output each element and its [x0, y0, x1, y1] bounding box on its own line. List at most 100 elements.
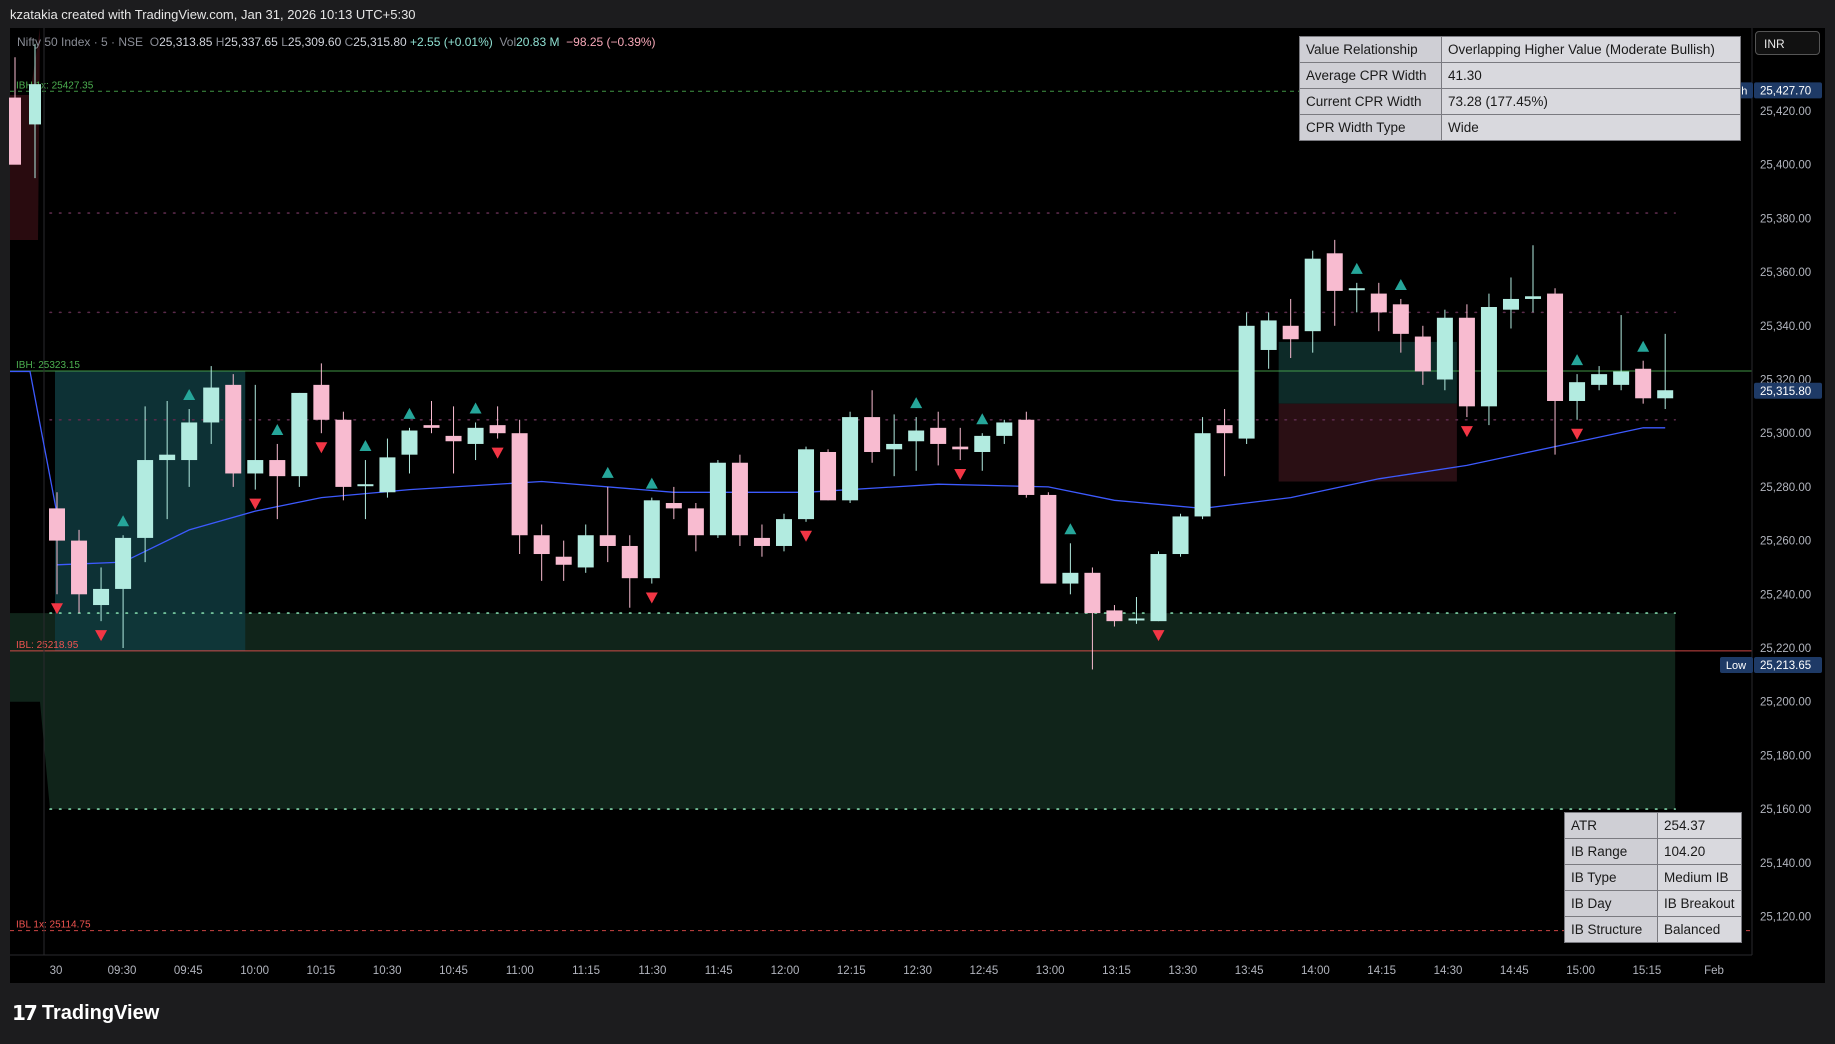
high-label: H [215, 35, 225, 49]
ib-table-value: 104.20 [1657, 838, 1742, 865]
ib-table-row: IB Type Medium IB [1564, 864, 1742, 891]
buy-signal-marker [601, 466, 614, 478]
level-label: IBL: 25218.95 [16, 640, 79, 651]
symbol-label[interactable]: Nifty 50 Index · 5 · NSE [17, 35, 143, 49]
ib-table: ATR 254.37 IB Range 104.20 IB Type Medium IB I… [1564, 812, 1742, 943]
time-tick-label: 10:30 [373, 965, 402, 977]
candle-body [1458, 317, 1475, 407]
candle-body [1304, 258, 1321, 332]
currency-selector[interactable]: INR [1755, 31, 1820, 55]
cpr-table-value: 73.28 (177.45%) [1441, 88, 1741, 115]
candle-body [1260, 320, 1277, 350]
volume-value: 20.83 M [516, 35, 560, 49]
tradingview-logo-icon: 17 [12, 1001, 38, 1025]
sell-signal-marker [249, 498, 262, 510]
candle-body [1150, 554, 1167, 622]
candle-body [1216, 425, 1233, 434]
badge-price: 25,213.65 [1760, 660, 1811, 672]
price-tick-label: 25,300.00 [1760, 428, 1811, 440]
candle-body [247, 460, 264, 474]
time-tick-label: 13:15 [1102, 965, 1131, 977]
price-tick-label: 25,400.00 [1760, 160, 1811, 172]
change-value: +2.55 (+0.01%) [410, 35, 493, 49]
candle-body [996, 422, 1013, 436]
price-tick-label: 25,240.00 [1760, 589, 1811, 601]
cpr-table-key: Average CPR Width [1299, 62, 1442, 89]
ohlc-legend: Nifty 50 Index · 5 · NSE O 25,313.85 H 25,… [17, 35, 656, 49]
brand[interactable]: 17 TradingView [12, 1001, 159, 1025]
candle-body [1282, 325, 1299, 340]
candlestick-chart[interactable]: IBH 1x: 25427.35 IBH: 25323.15 IBL: 25218.… [0, 0, 1835, 1044]
time-tick-label: 15:00 [1566, 965, 1595, 977]
cpr-table-row: Average CPR Width 41.30 [1299, 62, 1741, 89]
ib-table-key: IB Day [1564, 890, 1658, 917]
candle-body [335, 419, 352, 487]
ib-table-key: IB Type [1564, 864, 1658, 891]
candle-body [842, 417, 859, 501]
time-axis: 30 09:30 09:45 10:00 10:15 10:30 10:45 11:00 11:… [10, 954, 1752, 977]
candle-body [423, 425, 440, 428]
close-label: C [344, 35, 354, 49]
price-tick-label: 25,160.00 [1760, 804, 1811, 816]
buy-signal-marker [645, 477, 658, 489]
candle-body [974, 435, 991, 452]
candle-body [1525, 296, 1542, 299]
cpr-table-value: Wide [1441, 114, 1741, 141]
cpr-table-row: Value Relationship Overlapping Higher Val… [1299, 36, 1741, 63]
candle-body [1392, 304, 1409, 334]
candle-body [115, 537, 132, 589]
time-tick-label: 09:30 [108, 965, 137, 977]
ib-table-value: Balanced [1657, 916, 1742, 943]
candle-body [181, 422, 198, 461]
candle-body [1414, 336, 1431, 372]
ib-table-value: 254.37 [1657, 812, 1742, 839]
cpr-table-value: 41.30 [1441, 62, 1741, 89]
time-tick-label: 10:45 [439, 965, 468, 977]
low-value: 25,309.60 [287, 35, 342, 49]
cpr-table-value: Overlapping Higher Value (Moderate Bulli… [1441, 36, 1741, 63]
ib-table-key: IB Structure [1564, 916, 1658, 943]
buy-signal-marker [1394, 278, 1407, 290]
candle-body [1480, 307, 1497, 407]
time-tick-label: 12:15 [837, 965, 866, 977]
level-label: IBL 1x: 25114.75 [16, 920, 91, 931]
candle-body [1569, 382, 1586, 401]
candle-body [1106, 610, 1123, 622]
time-tick-label: 12:00 [771, 965, 800, 977]
time-tick-label: 11:00 [506, 965, 534, 977]
buy-signal-marker [910, 397, 923, 409]
level-label: IBH: 25323.15 [16, 360, 80, 371]
candle-body [555, 556, 572, 565]
candle-body [137, 460, 154, 538]
candle-body [1018, 419, 1035, 495]
badge-price: 25,315.80 [1760, 386, 1811, 398]
candle-body [577, 535, 594, 568]
candle-body [731, 462, 748, 536]
candle-body [1172, 516, 1189, 555]
candle-body [1062, 572, 1079, 584]
time-tick-label: Feb [1704, 965, 1724, 977]
open-value: 25,313.85 [159, 35, 213, 49]
candle-body [379, 457, 396, 493]
level-label: IBH 1x: 25427.35 [16, 80, 94, 91]
sell-signal-marker [491, 447, 504, 459]
time-tick-label: 14:00 [1301, 965, 1330, 977]
moving-average-left [10, 370, 58, 514]
badge-label: Low [1726, 660, 1746, 672]
sell-signal-marker [645, 592, 658, 604]
bottom-bar [0, 983, 1835, 1044]
close-value: 25,315.80 [353, 35, 407, 49]
prior-candle-body [29, 84, 41, 125]
high-value: 25,337.65 [224, 35, 278, 49]
candle-body [908, 430, 925, 442]
cpr-table-row: Current CPR Width 73.28 (177.45%) [1299, 88, 1741, 115]
price-tick-label: 25,340.00 [1760, 321, 1811, 333]
candle-body [1194, 433, 1211, 517]
cpr-table-row: CPR Width Type Wide [1299, 114, 1741, 141]
time-tick-label: 30 [50, 965, 63, 977]
candle-body [665, 503, 682, 509]
time-tick-label: 13:45 [1235, 965, 1264, 977]
candle-body [864, 417, 881, 452]
candle-body [445, 435, 462, 442]
time-tick-label: 13:00 [1036, 965, 1065, 977]
